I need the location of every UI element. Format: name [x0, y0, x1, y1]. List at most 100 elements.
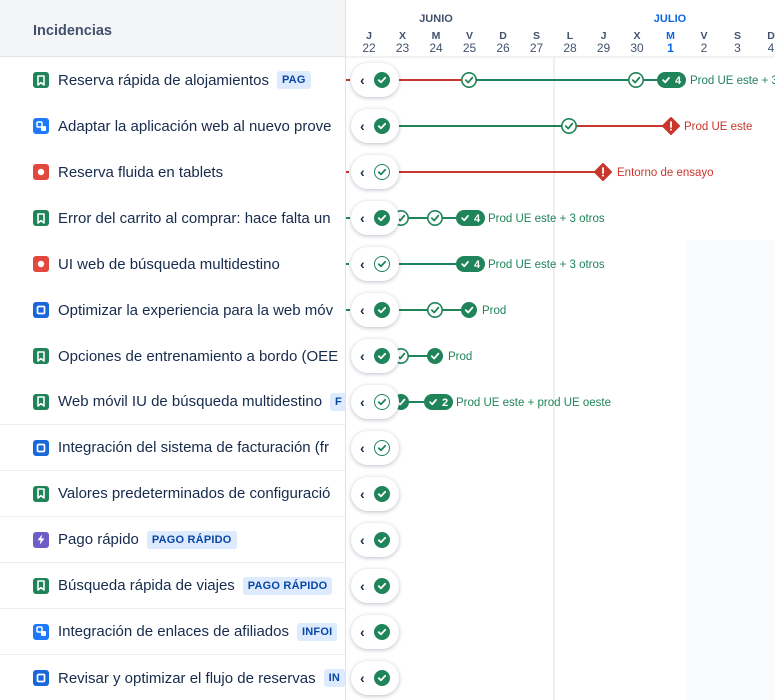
chevron-left-icon: ‹: [360, 256, 365, 272]
check-circle-icon: [373, 394, 390, 410]
epic-tag[interactable]: INFOI: [297, 622, 338, 641]
issue-row[interactable]: UI web de búsqueda multidestino: [0, 241, 345, 287]
issue-row[interactable]: Integración de enlaces de afiliados INFOI: [0, 609, 345, 655]
task-icon: [33, 302, 49, 318]
task-icon: [33, 670, 49, 686]
issue-summary[interactable]: Opciones de entrenamiento a bordo (OEE: [58, 348, 338, 365]
issue-summary[interactable]: Valores predeterminados de configuració: [58, 485, 330, 502]
day-number: 22: [362, 41, 376, 55]
day-number: 23: [396, 41, 410, 55]
issue-row[interactable]: Pago rápido PAGO RÁPIDO: [0, 517, 345, 563]
timeline-chart[interactable]: JUNIO JULIOJ22X23M24V25D26S27L28J29X30M1V…: [346, 0, 775, 700]
bookmark-icon: [33, 72, 49, 88]
issue-summary[interactable]: UI web de búsqueda multidestino: [58, 256, 280, 273]
issue-summary[interactable]: Optimizar la experiencia para la web móv: [58, 302, 333, 319]
epic-tag[interactable]: PAGO RÁPIDO: [146, 530, 237, 549]
issue-row[interactable]: Reserva fluida en tablets: [0, 149, 345, 195]
month-label: JULIO: [654, 13, 687, 25]
issues-panel-header: Incidencias: [0, 0, 345, 57]
issue-summary[interactable]: Error del carrito al comprar: hace falta…: [58, 210, 331, 227]
release-count: 2: [442, 397, 448, 409]
day-number: 24: [429, 41, 443, 55]
issue-summary[interactable]: Revisar y optimizar el flujo de reservas: [58, 670, 316, 687]
issue-row[interactable]: Revisar y optimizar el flujo de reservas…: [0, 655, 345, 700]
bug-icon: [33, 256, 49, 272]
month-label: JUNIO: [419, 13, 453, 25]
release-count: 4: [675, 75, 682, 87]
issue-row[interactable]: Valores predeterminados de configuració: [0, 471, 345, 517]
scroll-to-bar-button[interactable]: ‹: [351, 615, 399, 649]
scroll-to-bar-button[interactable]: ‹: [351, 293, 399, 327]
timeline-panel[interactable]: JUNIO JULIO J 22 X 23 M 24 V 25 D 26 S 27 L 28 J 29 X 30 M 1 V…: [345, 0, 775, 700]
issue-summary[interactable]: Reserva fluida en tablets: [58, 164, 223, 181]
issue-row[interactable]: Optimizar la experiencia para la web móv: [0, 287, 345, 333]
scroll-to-bar-button[interactable]: ‹: [351, 523, 399, 557]
check-circle-icon: [373, 210, 390, 226]
deployment-label: Prod UE este: [684, 121, 752, 133]
subtask-icon: [33, 623, 49, 640]
issue-summary[interactable]: Búsqueda rápida de viajes: [58, 577, 235, 594]
day-number: 29: [597, 41, 611, 55]
scroll-to-bar-button[interactable]: ‹: [351, 339, 399, 373]
release-marker[interactable]: [427, 301, 444, 318]
release-marker[interactable]: [427, 210, 444, 227]
release-count-badge[interactable]: [657, 72, 686, 88]
chevron-left-icon: ‹: [360, 210, 365, 226]
issue-row[interactable]: Opciones de entrenamiento a bordo (OEE: [0, 333, 345, 379]
epic-tag[interactable]: F: [330, 392, 345, 411]
check-circle-icon: [373, 348, 390, 364]
issue-summary[interactable]: Web móvil IU de búsqueda multidestino: [58, 393, 322, 410]
issue-summary[interactable]: Reserva rápida de alojamientos: [58, 72, 269, 89]
issue-row[interactable]: Web móvil IU de búsqueda multidestino F: [0, 379, 345, 425]
issue-summary[interactable]: Integración del sistema de facturación (…: [58, 439, 329, 456]
release-count-badge[interactable]: [456, 256, 485, 272]
issue-summary[interactable]: Pago rápido: [58, 531, 139, 548]
chevron-left-icon: ‹: [360, 670, 365, 686]
scroll-to-bar-button[interactable]: ‹: [351, 431, 399, 465]
epic-tag[interactable]: PAGO RÁPIDO: [242, 576, 333, 595]
release-marker[interactable]: [427, 348, 443, 364]
issue-row[interactable]: Búsqueda rápida de viajes PAGO RÁPIDO: [0, 563, 345, 609]
check-circle-icon: [373, 164, 390, 180]
day-number: 27: [530, 41, 544, 55]
check-circle-icon: [373, 256, 390, 272]
chevron-left-icon: ‹: [360, 118, 365, 134]
check-circle-icon: [373, 72, 390, 88]
release-marker[interactable]: [627, 72, 644, 89]
issue-row[interactable]: Adaptar la aplicación web al nuevo prove: [0, 103, 345, 149]
release-marker[interactable]: [461, 302, 477, 318]
day-number: 26: [496, 41, 510, 55]
scroll-to-bar-button[interactable]: ‹: [351, 661, 399, 695]
release-count: 4: [474, 259, 481, 271]
issue-row[interactable]: Integración del sistema de facturación (…: [0, 425, 345, 471]
scroll-to-bar-button[interactable]: ‹: [351, 63, 399, 97]
scroll-to-bar-button[interactable]: ‹: [351, 247, 399, 281]
release-marker[interactable]: [561, 118, 578, 135]
day-number: 1: [667, 41, 674, 55]
bookmark-icon: [33, 577, 49, 594]
scroll-to-bar-button[interactable]: ‹: [351, 385, 399, 419]
scroll-to-bar-button[interactable]: ‹: [351, 477, 399, 511]
chevron-left-icon: ‹: [360, 348, 365, 364]
epic-tag[interactable]: IN: [323, 669, 345, 687]
issue-row[interactable]: Error del carrito al comprar: hace falta…: [0, 195, 345, 241]
issue-summary[interactable]: Integración de enlaces de afiliados: [58, 623, 289, 640]
lightning-icon: [33, 531, 49, 548]
issue-row[interactable]: Reserva rápida de alojamientos PAG: [0, 57, 345, 103]
scroll-to-bar-button[interactable]: ‹: [351, 569, 399, 603]
deployment-label: Prod UE este + 3 otros: [488, 213, 605, 225]
bug-icon: [33, 164, 49, 180]
scroll-to-bar-button[interactable]: ‹: [351, 109, 399, 143]
release-marker[interactable]: [461, 72, 478, 89]
release-count-badge[interactable]: [456, 210, 485, 226]
issue-summary[interactable]: Adaptar la aplicación web al nuevo prove: [58, 118, 332, 135]
check-circle-icon: [373, 532, 390, 548]
chevron-left-icon: ‹: [360, 440, 365, 456]
scroll-to-bar-button[interactable]: ‹: [351, 155, 399, 189]
release-count-badge[interactable]: [424, 394, 453, 410]
scroll-to-bar-button[interactable]: ‹: [351, 201, 399, 235]
check-circle-icon: [373, 670, 390, 686]
epic-tag[interactable]: PAG: [276, 71, 311, 89]
chevron-left-icon: ‹: [360, 532, 365, 548]
bookmark-icon: [33, 348, 49, 364]
